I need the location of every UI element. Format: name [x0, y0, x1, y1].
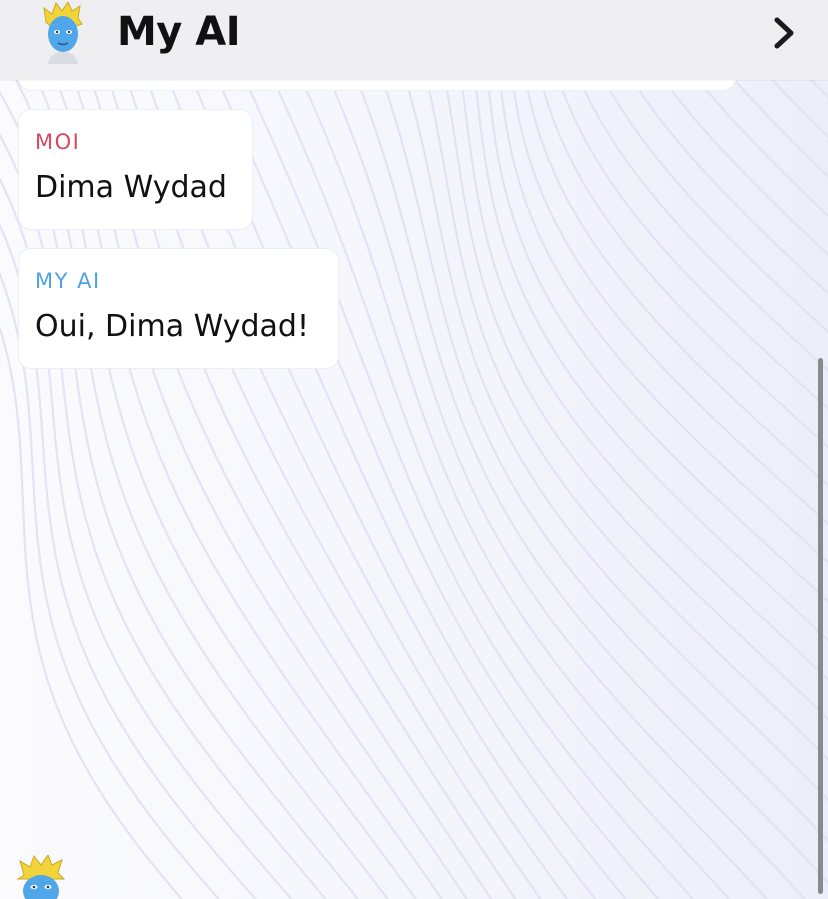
chat-header: My AI: [0, 0, 828, 80]
message-bubble-user: MOI Dima Wydad: [19, 110, 252, 229]
bitmoji-avatar-icon[interactable]: [38, 2, 88, 64]
message-bubble-ai: MY AI Oui, Dima Wydad!: [19, 249, 338, 368]
scrollbar[interactable]: [818, 358, 823, 894]
message-text: Dima Wydad: [35, 170, 227, 205]
message-text: Oui, Dima Wydad!: [35, 309, 309, 344]
chevron-right-icon[interactable]: [770, 16, 798, 50]
sender-label: MY AI: [35, 269, 101, 293]
sender-label: MOI: [35, 130, 81, 154]
bitmoji-avatar-icon[interactable]: [8, 855, 74, 899]
page-title: My AI: [117, 9, 241, 55]
